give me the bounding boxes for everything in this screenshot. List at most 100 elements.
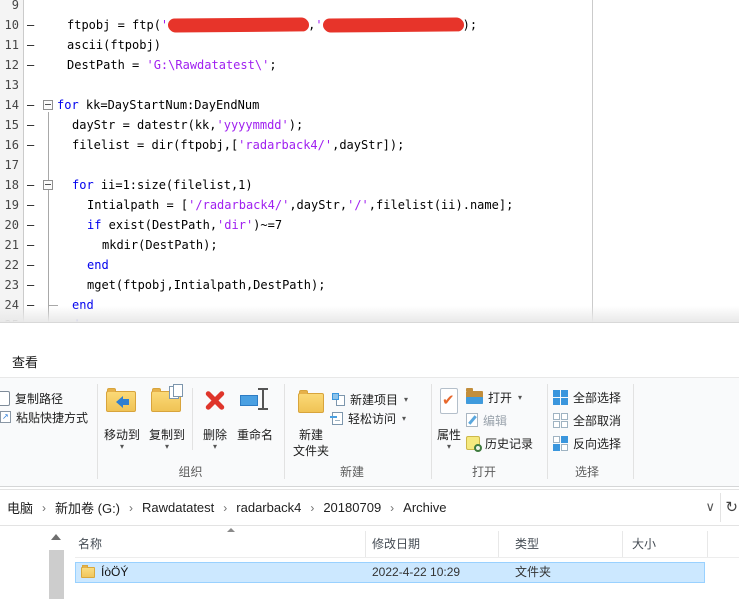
new-folder-icon — [297, 388, 325, 414]
code-line: 21–mkdir(DestPath); — [0, 235, 739, 255]
breadcrumb-item[interactable]: radarback4 — [231, 500, 306, 515]
address-bar[interactable]: 电脑›新加卷 (G:)›Rawdatatest›radarback4›20180… — [0, 489, 739, 526]
copy-to-icon — [151, 388, 183, 412]
paste-shortcut-icon — [0, 411, 11, 423]
dropdown-caret-icon: ▾ — [402, 414, 406, 423]
dropdown-caret-icon: ▾ — [99, 442, 145, 451]
code-token: 'G:\Rawdatatest\' — [146, 58, 269, 72]
tab-view[interactable]: 查看 — [12, 352, 38, 371]
new-item-button[interactable]: 新建项目 ▾ — [332, 390, 408, 408]
breadcrumb-item[interactable]: 20180709 — [318, 500, 386, 515]
line-number: 11 — [0, 35, 19, 55]
executable-dash-icon: – — [27, 235, 34, 255]
breadcrumb-separator-icon: › — [125, 501, 137, 515]
code-token: ' — [315, 18, 322, 32]
code-token: for — [72, 178, 94, 192]
move-to-icon — [106, 388, 138, 412]
open-folder-icon — [466, 391, 483, 404]
code-text: filelist = dir(ftpobj,['radarback4/',day… — [57, 135, 404, 155]
edit-button[interactable]: 编辑 — [466, 411, 507, 429]
edit-icon — [466, 413, 478, 427]
new-item-icon — [332, 393, 345, 406]
code-token: ,dayStr, — [289, 198, 347, 212]
code-line: 23–mget(ftpobj,Intialpath,DestPath); — [0, 275, 739, 295]
refresh-button[interactable]: ↻ — [725, 498, 738, 516]
file-type: 文件夹 — [515, 563, 551, 582]
line-number: 17 — [0, 155, 19, 175]
file-date: 2022-4-22 10:29 — [372, 563, 460, 582]
breadcrumb-item[interactable]: 电脑 — [2, 498, 38, 517]
folder-icon — [81, 567, 95, 578]
code-text: mkdir(DestPath); — [57, 235, 218, 255]
open-group-label: 打开 — [431, 463, 537, 480]
file-list-pane: 名称 修改日期 类型 大小 ÍòÖÝ 2022-4-22 10:29 文件夹 — [0, 527, 739, 599]
open-button[interactable]: 打开 ▾ — [466, 388, 522, 406]
code-line: 10–ftpobj = ftp(','); — [0, 15, 739, 35]
paste-shortcut-button[interactable]: 粘贴快捷方式 — [0, 408, 88, 426]
easy-access-button[interactable]: 轻松访问 ▾ — [332, 409, 406, 427]
column-header-type[interactable]: 类型 — [499, 531, 623, 557]
history-button[interactable]: 历史记录 — [466, 434, 533, 452]
code-line: 14–for kk=DayStartNum:DayEndNum — [0, 95, 739, 115]
code-token: filelist = dir(ftpobj,[ — [72, 138, 238, 152]
code-token: ); — [289, 118, 303, 132]
select-all-button[interactable]: 全部选择 — [553, 388, 621, 406]
line-number: 20 — [0, 215, 19, 235]
code-fold-icon[interactable] — [43, 100, 53, 110]
breadcrumb-separator-icon: › — [386, 501, 398, 515]
code-token: ; — [269, 58, 276, 72]
line-number: 13 — [0, 75, 19, 95]
select-none-icon — [553, 413, 568, 428]
group-divider — [633, 384, 634, 479]
code-token: if — [87, 218, 101, 232]
code-token: 'yyyymmdd' — [217, 118, 289, 132]
address-bar-divider — [720, 493, 721, 522]
history-icon — [466, 436, 480, 450]
column-header-date[interactable]: 修改日期 — [366, 531, 499, 557]
code-line: 12–DestPath = 'G:\Rawdatatest\'; — [0, 55, 739, 75]
code-line: 17 — [0, 155, 739, 175]
line-number: 15 — [0, 115, 19, 135]
scrollbar-up-icon[interactable] — [51, 534, 61, 540]
breadcrumb-separator-icon: › — [219, 501, 231, 515]
code-token: '/' — [347, 198, 369, 212]
executable-dash-icon: – — [27, 55, 34, 75]
breadcrumb-item[interactable]: 新加卷 (G:) — [50, 498, 125, 517]
code-token: ascii(ftpobj) — [67, 38, 161, 52]
executable-dash-icon: – — [27, 135, 34, 155]
header-underline — [75, 557, 739, 558]
dropdown-caret-icon: ▾ — [145, 442, 189, 451]
code-fold-icon[interactable] — [43, 180, 53, 190]
properties-icon: ✔ — [439, 388, 459, 415]
dropdown-caret-icon: ▾ — [195, 442, 235, 451]
column-header-size[interactable]: 大小 — [623, 531, 708, 557]
column-header-name[interactable]: 名称 — [75, 531, 366, 557]
file-name: ÍòÖÝ — [101, 563, 128, 582]
code-token: ); — [463, 18, 477, 32]
code-token: kk=DayStartNum:DayEndNum — [79, 98, 260, 112]
dropdown-caret-icon: ▾ — [432, 442, 466, 451]
code-token: ii=1:size(filelist,1) — [94, 178, 253, 192]
code-line: 16–filelist = dir(ftpobj,['radarback4/',… — [0, 135, 739, 155]
copy-path-button[interactable]: 复制路径 — [0, 389, 63, 407]
invert-selection-button[interactable]: 反向选择 — [553, 434, 621, 452]
executable-dash-icon: – — [27, 195, 34, 215]
copy-path-label: 复制路径 — [15, 390, 63, 407]
paste-shortcut-label: 粘贴快捷方式 — [16, 409, 88, 426]
address-dropdown-chevron-icon[interactable]: ∨ — [705, 499, 715, 515]
code-token: 'dir' — [217, 218, 253, 232]
breadcrumb-item[interactable]: Archive — [398, 500, 451, 515]
code-text: ascii(ftpobj) — [57, 35, 161, 55]
code-line: 9 — [0, 0, 739, 15]
code-text: Intialpath = ['/radarback4/',dayStr,'/',… — [57, 195, 513, 215]
scrollbar-thumb[interactable] — [49, 550, 64, 599]
code-token: Intialpath = [ — [87, 198, 188, 212]
code-token: '/radarback4/' — [188, 198, 289, 212]
code-text: end — [57, 255, 109, 275]
dropdown-caret-icon: ▾ — [404, 395, 408, 404]
code-token: )~=7 — [253, 218, 282, 232]
file-row[interactable]: ÍòÖÝ 2022-4-22 10:29 文件夹 — [75, 562, 705, 583]
executable-dash-icon: – — [27, 35, 34, 55]
select-none-button[interactable]: 全部取消 — [553, 411, 621, 429]
breadcrumb-item[interactable]: Rawdatatest — [137, 500, 219, 515]
